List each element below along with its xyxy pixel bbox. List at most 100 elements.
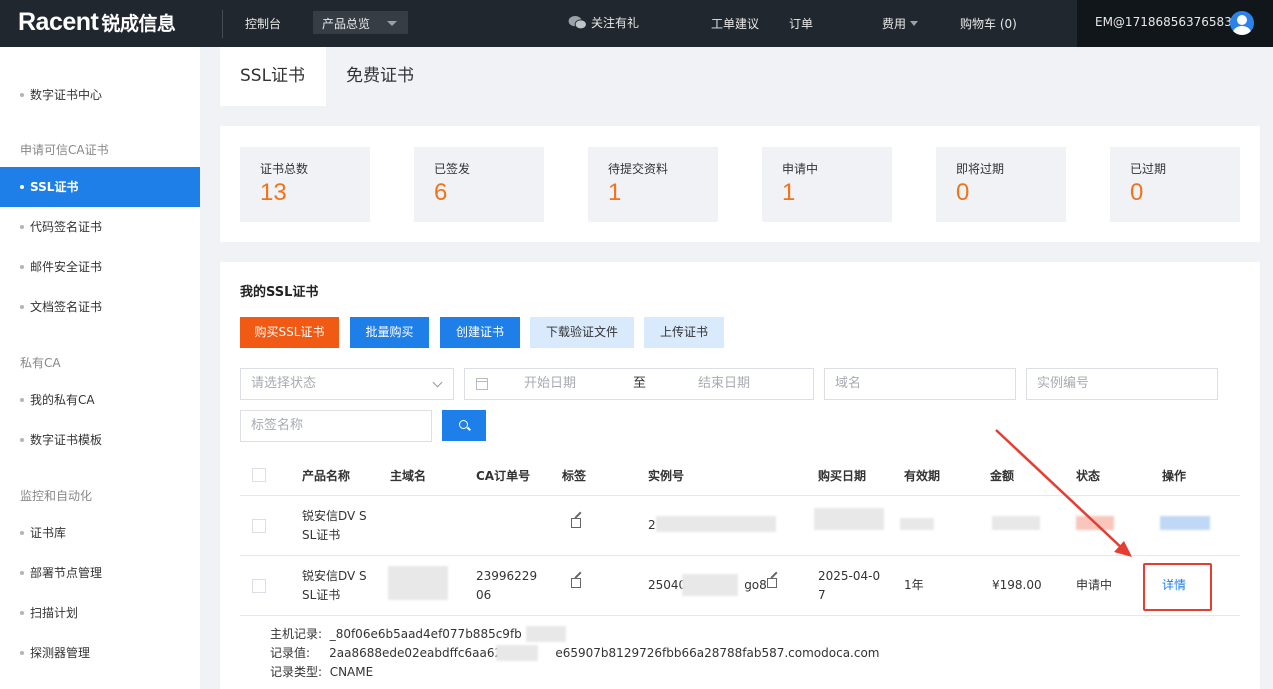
nav-console[interactable]: 控制台 [245,15,281,32]
buy-ssl-button[interactable]: 购买SSL证书 [240,317,339,348]
sidebar-item-template[interactable]: 数字证书模板 [0,420,200,460]
sidebar-item-deploy[interactable]: 部署节点管理 [0,553,200,593]
instance-id: 2 [648,518,656,532]
col-instance[interactable]: 实例号 [648,467,684,484]
product-name: 锐安信DV S SL证书 [302,509,367,542]
sidebar-item-cert-lib[interactable]: 证书库 [0,513,200,553]
sidebar-item-scan[interactable]: 扫描计划 [0,593,200,633]
stat-value: 6 [434,179,448,206]
status-select-placeholder: 请选择状态 [251,376,317,391]
stat-label: 已签发 [434,162,471,176]
stat-issued[interactable]: 已签发 6 [414,147,544,222]
section-title: 我的SSL证书 [240,285,319,300]
row-checkbox[interactable] [252,519,266,533]
logo-cn: 锐成信息 [101,14,176,35]
buy-date: 2025-04-0 7 [818,569,881,602]
stat-expired[interactable]: 已过期 0 [1110,147,1240,222]
col-action[interactable]: 操作 [1162,467,1186,484]
highlight-box [1143,563,1212,611]
date-separator: 至 [633,376,647,391]
col-validity[interactable]: 有效期 [904,467,940,484]
tab-ssl[interactable]: SSL证书 [220,47,326,106]
sidebar-item-probe[interactable]: 探测器管理 [0,633,200,673]
stat-total[interactable]: 证书总数 13 [240,147,370,222]
col-product[interactable]: 产品名称 [302,467,350,484]
divider [222,10,223,38]
top-bar: Racent 锐成信息 控制台 产品总览 关注有礼 工单建议 订单 费用 购物车 … [0,0,1273,47]
redacted-area [526,626,566,642]
redacted-area [814,508,884,530]
instance-input[interactable]: 实例编号 [1026,368,1218,400]
ca-order-number: 23996229 06 [476,569,538,602]
col-domain[interactable]: 主域名 [390,467,426,484]
stat-applying[interactable]: 申请中 1 [762,147,892,222]
user-email[interactable]: EM@17186856376583 [1095,15,1232,29]
table-header: 产品名称 主域名 CA订单号 标签 实例号 购买日期 有效期 金额 状态 操作 [240,453,1240,496]
stat-pending-docs[interactable]: 待提交资料 1 [588,147,718,222]
col-amount[interactable]: 金额 [990,467,1014,484]
nav-ticket[interactable]: 工单建议 [711,15,759,32]
upload-cert-button[interactable]: 上传证书 [644,317,724,348]
status-select[interactable]: 请选择状态 [240,368,454,400]
stat-value: 0 [1130,179,1144,206]
select-all-checkbox[interactable] [252,468,266,482]
col-status[interactable]: 状态 [1076,467,1100,484]
search-button[interactable] [442,410,486,441]
nav-cart[interactable]: 购物车 (0) [960,15,1017,32]
bulk-buy-button[interactable]: 批量购买 [350,317,429,348]
nav-wechat[interactable]: 关注有礼 [568,14,639,31]
domain-input[interactable]: 域名 [824,368,1016,400]
col-buy-date[interactable]: 购买日期 [818,467,866,484]
sidebar-item-ssl[interactable]: SSL证书 [0,167,200,207]
edit-tag-icon[interactable] [571,518,581,528]
redacted-action[interactable] [1160,516,1210,530]
status-badge: 申请中 [1076,578,1113,592]
end-date-input[interactable]: 结束日期 [698,369,750,399]
col-tag[interactable]: 标签 [562,467,586,484]
nav-fees-label: 费用 [882,17,907,31]
caret-down-icon [387,21,397,26]
caret-down-icon [910,21,919,26]
amount: ¥198.00 [992,578,1042,592]
edit-tag-icon[interactable] [571,578,581,588]
redacted-status [1076,516,1114,530]
redacted-area [900,518,934,530]
redacted-area [656,516,776,532]
tag-input[interactable]: 标签名称 [240,410,432,442]
sidebar-item-doc-sign[interactable]: 文档签名证书 [0,287,200,327]
stat-value: 1 [608,179,622,206]
calendar-icon [476,378,488,390]
sidebar-group-private-ca: 私有CA [20,356,61,370]
table-row: 锐安信DV S SL证书 23996229 06 25040 go8 2025-04-… [240,556,1240,616]
sidebar-item-code-sign[interactable]: 代码签名证书 [0,207,200,247]
nav-products-dropdown[interactable]: 产品总览 [313,11,408,34]
sidebar-group-ca: 申请可信CA证书 [20,143,109,157]
chevron-down-icon [432,377,443,388]
sidebar-group-monitor: 监控和自动化 [20,489,93,503]
edit-instance-icon[interactable] [767,578,777,588]
date-range-picker[interactable]: 开始日期 至 结束日期 [464,368,814,400]
start-date-input[interactable]: 开始日期 [524,369,576,399]
download-verify-button[interactable]: 下载验证文件 [530,317,634,348]
user-area[interactable]: EM@17186856376583 [1077,0,1273,47]
nav-orders[interactable]: 订单 [789,15,813,32]
avatar-icon[interactable] [1230,11,1254,35]
tab-free[interactable]: 免费证书 [346,47,414,106]
stat-label: 证书总数 [260,162,309,176]
sidebar-item-cert-center[interactable]: 数字证书中心 [0,75,200,115]
stat-value: 13 [260,179,287,206]
logo[interactable]: Racent 锐成信息 [18,8,176,37]
nav-fees[interactable]: 费用 [882,15,919,32]
stat-label: 待提交资料 [608,162,669,176]
sidebar-item-email[interactable]: 邮件安全证书 [0,247,200,287]
sidebar-item-my-ca[interactable]: 我的私有CA [0,380,200,420]
dns-host-record: 主机记录: _80f06e6b5aad4ef077b885c9fb [270,627,522,641]
create-cert-button[interactable]: 创建证书 [440,317,520,348]
stat-expiring[interactable]: 即将过期 0 [936,147,1066,222]
row-checkbox[interactable] [252,579,266,593]
redacted-area [496,645,538,661]
col-ca-order[interactable]: CA订单号 [476,467,530,484]
redacted-domain [388,566,448,600]
stat-label: 申请中 [782,162,819,176]
tab-bar: SSL证书 免费证书 [220,47,1273,106]
